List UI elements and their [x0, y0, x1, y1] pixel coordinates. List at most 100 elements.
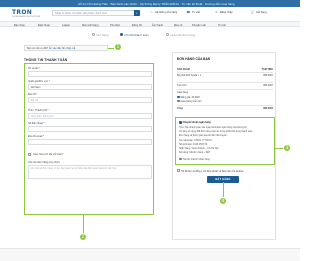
payment-cod[interactable]: Trả tiền mặt khi nhận hàng	[179, 157, 210, 161]
phone-icon: ☎	[186, 10, 191, 14]
name-field[interactable]	[28, 71, 152, 77]
nav-item-accessories[interactable]: Phụ kiện	[110, 24, 120, 27]
step-dot-icon	[166, 33, 170, 37]
nav-item-bestseller[interactable]: Bán chạy	[14, 24, 25, 27]
order-item-price: 350.000₫	[263, 74, 273, 77]
payment-info-line: Đơn hàng sẽ được giao sau khi tiền đã ch…	[179, 134, 228, 137]
order-title: ĐƠN HÀNG CỦA BẠN	[177, 57, 211, 61]
billing-title: THÔNG TIN THANH TOÁN	[24, 58, 68, 62]
coupon-notice-text: Bạn có mã ưu đãi?	[27, 47, 49, 51]
step-dot-icon	[92, 33, 96, 37]
field-label-country: Quốc gia/Khu vực *	[28, 80, 50, 83]
order-summary: ĐƠN HÀNG CỦA BẠN SẢN PHẨM TẠM TÍNH Bộ ph…	[172, 52, 276, 240]
payment-info-line: Nội dung: Mã đơn hàng + SĐT	[179, 151, 211, 154]
store-system-link[interactable]: Hệ thống cửa hàng	[155, 11, 177, 14]
total-label: Tổng	[177, 107, 183, 110]
payment-cod-label: Trả tiền mặt khi nhận hàng	[182, 158, 210, 161]
country-select[interactable]: Việt Nam	[28, 84, 152, 90]
payment-bank-transfer[interactable]: Chuyển khoản ngân hàng	[179, 121, 211, 124]
callout-4-badge: 4	[219, 197, 227, 205]
nav-item-watches[interactable]: Đồng hồ	[132, 24, 142, 27]
subtotal-row: Tạm tính 350.000₫	[177, 84, 273, 87]
order-item-name: Bộ phát Wifi Tenda × 1	[177, 74, 202, 77]
coupon-link[interactable]: Ấn vào đây để nhập mã	[49, 47, 75, 50]
step-dot-icon	[120, 33, 124, 37]
callout-connector	[223, 182, 224, 197]
nav-item-used[interactable]: Máy cũ	[174, 24, 182, 27]
payment-info-line: Tên tài khoản: CÔNG TY TRON	[179, 139, 212, 142]
top-utility-text: Hỗ trợ bởi Hoàng Tiến · Bảo hành sản phẩ…	[78, 1, 235, 6]
total-row: Tổng 380.000₫	[177, 107, 273, 110]
subtotal-label: Tạm tính	[177, 84, 187, 87]
field-label-city: Tỉnh / Thành phố *	[28, 109, 49, 112]
radio-icon	[179, 157, 182, 161]
billing-form: Họ và tên * Quốc gia/Khu vực * Việt Nam …	[24, 63, 154, 215]
terms-checkbox[interactable]	[177, 169, 180, 173]
payment-info-line: Ngân hàng: Vietcombank – CN Hà Nội	[179, 147, 219, 150]
account-link[interactable]: Đăng nhập	[220, 11, 233, 14]
field-label-notes: Ghi chú đơn hàng (tuỳ chọn)	[28, 161, 60, 164]
ship-elsewhere-checkbox[interactable]	[28, 153, 31, 156]
step-complete-label: Hoàn tất đơn hàng	[170, 33, 196, 37]
subtotal-value: 350.000₫	[263, 84, 273, 87]
nav-item-promotions[interactable]: Khuyến mãi	[192, 24, 206, 27]
step-complete: Hoàn tất đơn hàng	[166, 33, 195, 37]
radio-selected-icon	[179, 121, 182, 124]
nav-item-tablets[interactable]: Máy tính bảng	[82, 24, 98, 27]
step-cart[interactable]: Giỏ hàng	[92, 33, 108, 37]
search-button[interactable]: ⌕	[134, 10, 140, 16]
top-utility-bar: Hỗ trợ bởi Hoàng Tiến · Bảo hành sản phẩ…	[0, 0, 300, 7]
callout-2-badge: 2	[79, 233, 87, 241]
order-item-row: Bộ phát Wifi Tenda × 1 350.000₫	[177, 74, 273, 77]
total-value: 380.000₫	[263, 107, 273, 110]
search-input[interactable]: Nhập từ khóa: tìm kiếm sản phẩm, danh mụ…	[52, 10, 140, 16]
search-icon: ⌕	[136, 11, 138, 15]
store-icon: ⌂	[150, 10, 153, 14]
payment-info-line: Số tài khoản: 0123 4567 89	[179, 143, 208, 146]
shipping-option-flat[interactable]: Đồng giá: 30.000₫	[177, 95, 273, 99]
nav-item-laptops[interactable]: Laptop	[62, 24, 70, 27]
step-checkout-details[interactable]: Chi tiết thanh toán	[120, 33, 149, 37]
field-label-name: Họ và tên *	[28, 67, 41, 70]
payment-info-line: Thực hiện thanh toán vào ngay tài khoản …	[179, 126, 248, 129]
col-total: TẠM TÍNH	[261, 68, 273, 71]
payment-info-line: Vui lòng sử dụng Mã đơn hàng của bạn tro…	[179, 130, 253, 133]
checkout-steps: Giỏ hàng Chi tiết thanh toán Hoàn tất đơ…	[0, 33, 300, 39]
col-product: SẢN PHẨM	[177, 68, 190, 71]
step-cart-label: Giỏ hàng	[96, 33, 109, 37]
ship-elsewhere-label: Giao hàng tới địa chỉ khác?	[33, 153, 64, 156]
step-checkout-label: Chi tiết thanh toán	[124, 33, 149, 37]
shipping-option-free[interactable]: Giao hàng miễn phí	[177, 99, 273, 103]
email-field[interactable]	[28, 139, 152, 145]
logo-tagline: DIGITAL MARKETING PLATFORM	[12, 15, 41, 18]
shipping-option-free-label: Giao hàng miễn phí	[180, 99, 202, 103]
payment-bank-transfer-label: Chuyển khoản ngân hàng	[182, 122, 211, 125]
nav-item-audio[interactable]: Âm thanh	[152, 24, 163, 27]
address-field[interactable]: Địa chỉ	[28, 97, 152, 103]
payment-methods: Chuyển khoản ngân hàng Thực hiện thanh t…	[175, 117, 275, 165]
field-label-address: Địa chỉ *	[28, 93, 38, 96]
terms-label: Tôi đã đọc và đồng ý với điều khoản và đ…	[181, 171, 244, 173]
radio-icon	[177, 99, 180, 103]
callout-3-badge: 3	[283, 144, 291, 152]
category-nav: Bán chạy Điện thoại Laptop Máy tính bảng…	[0, 21, 300, 27]
callout-connector	[108, 48, 114, 49]
cart-link[interactable]: Giỏ hàng	[256, 11, 267, 14]
consult-link[interactable]: Tư vấn	[192, 11, 200, 14]
city-select[interactable]: Chọn tỉnh / thành phố	[28, 113, 152, 119]
user-icon: ☺	[214, 10, 219, 14]
shipping-label: Giao hàng	[177, 91, 189, 94]
order-notes-textarea[interactable]: Ghi chú về đơn hàng, ví dụ: thời gian ha…	[28, 165, 152, 179]
nav-item-phones[interactable]: Điện thoại	[38, 24, 50, 27]
cart-icon: 🛒	[250, 10, 255, 14]
coupon-notice: Bạn có mã ưu đãi? Ấn vào đây để nhập mã	[24, 45, 108, 51]
terms-row[interactable]: Tôi đã đọc và đồng ý với điều khoản và đ…	[177, 169, 273, 173]
order-header-row: SẢN PHẨM TẠM TÍNH	[177, 68, 273, 71]
shipping-label-row: Giao hàng	[177, 91, 273, 94]
field-label-email: Địa chỉ email *	[28, 135, 44, 138]
radio-selected-icon	[177, 95, 180, 99]
callout-1-badge: 1	[114, 43, 122, 51]
shipping-option-flat-label: Đồng giá: 30.000₫	[180, 95, 201, 99]
nav-item-news[interactable]: Tin tức	[218, 24, 226, 27]
phone-field[interactable]	[28, 126, 152, 132]
